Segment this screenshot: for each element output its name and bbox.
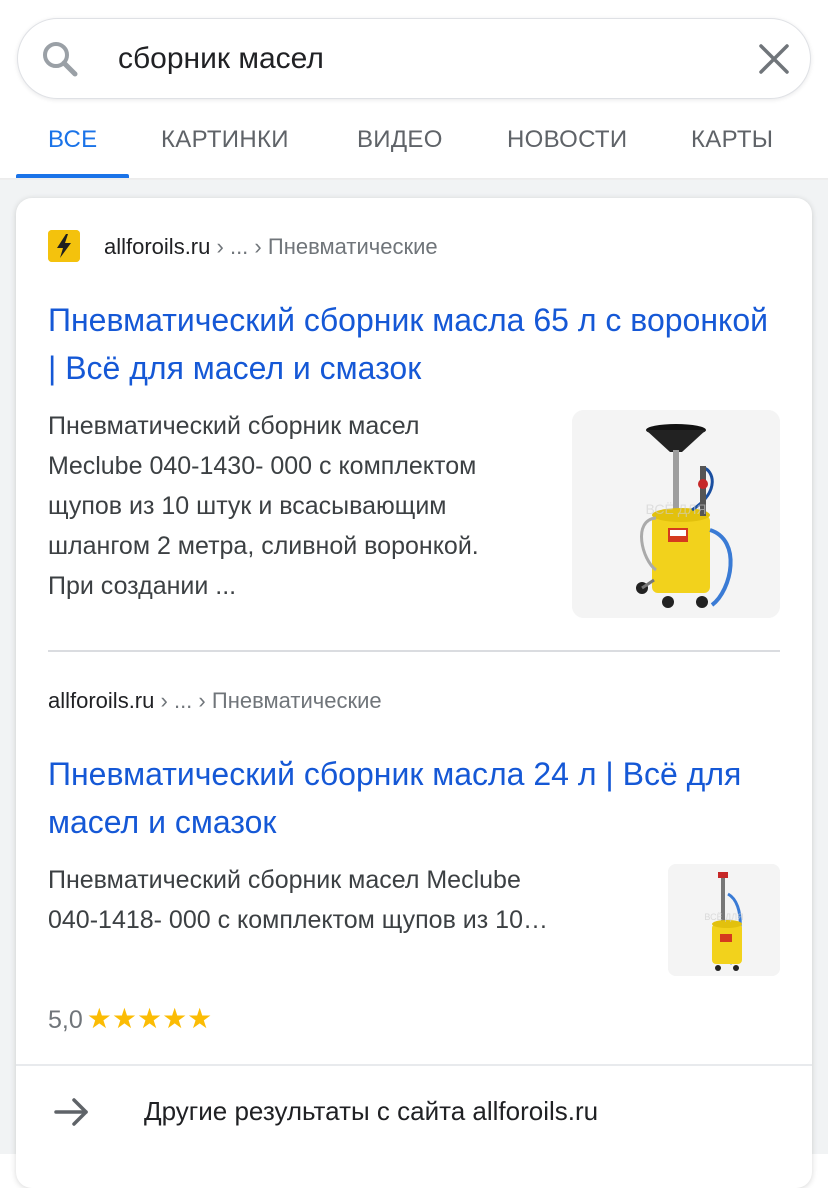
svg-text:ВСЁ ДЛЯ: ВСЁ ДЛЯ bbox=[646, 501, 707, 517]
lightning-favicon-icon bbox=[48, 230, 80, 262]
result-divider bbox=[48, 650, 780, 652]
breadcrumb-site: allforoils.ru bbox=[104, 234, 211, 259]
result-thumbnail[interactable]: ВСЁ ДЛЯ bbox=[668, 864, 780, 976]
rating: 5,0 ★★★★★ bbox=[48, 1002, 212, 1035]
result-thumbnail[interactable]: ВСЁ ДЛЯ bbox=[572, 410, 780, 618]
breadcrumb-site: allforoils.ru bbox=[48, 688, 155, 713]
result-snippet: Пневматический сборник масел Meclube 040… bbox=[48, 860, 548, 940]
breadcrumb-path: Пневматические bbox=[267, 234, 438, 259]
breadcrumb-path: Пневматические bbox=[211, 688, 382, 713]
search-input[interactable] bbox=[118, 37, 718, 81]
tab-video[interactable]: ВИДЕО bbox=[357, 126, 443, 154]
search-tabs: ВСЕ КАРТИНКИ ВИДЕО НОВОСТИ КАРТЫ bbox=[0, 112, 828, 178]
more-results-link[interactable]: Другие результаты с сайта allforoils.ru bbox=[16, 1066, 812, 1162]
rating-value: 5,0 bbox=[48, 1006, 83, 1034]
search-box[interactable] bbox=[17, 18, 811, 99]
breadcrumb[interactable]: allforoils.ru › ... › Пневматические bbox=[48, 688, 382, 714]
oil-collector-image: ВСЁ ДЛЯ bbox=[668, 864, 780, 976]
tab-news[interactable]: НОВОСТИ bbox=[507, 126, 627, 154]
breadcrumb-separator: › bbox=[198, 688, 206, 713]
close-icon[interactable] bbox=[756, 41, 792, 77]
snippet-line: щупов из 10 штук и всасывающим bbox=[48, 492, 447, 520]
snippet-line: Пневматический сборник масел bbox=[48, 412, 420, 440]
breadcrumb-ellipsis: ... bbox=[173, 688, 193, 713]
snippet-line: При создании ... bbox=[48, 572, 237, 600]
snippet-line: шлангом 2 метра, сливной воронкой. bbox=[48, 532, 479, 560]
breadcrumb-separator: › bbox=[160, 688, 168, 713]
result-title-link[interactable]: Пневматический сборник масла 24 л | Всё … bbox=[48, 750, 778, 846]
breadcrumb-separator: › bbox=[254, 234, 262, 259]
svg-text:ВСЁ ДЛЯ: ВСЁ ДЛЯ bbox=[704, 912, 743, 922]
results-area: allforoils.ru › ... › Пневматические Пне… bbox=[0, 180, 828, 1188]
tab-all[interactable]: ВСЕ bbox=[48, 126, 97, 154]
result-snippet: Пневматический сборник масел Meclube 040… bbox=[48, 406, 479, 606]
oil-collector-image: ВСЁ ДЛЯ bbox=[572, 410, 780, 618]
search-icon[interactable] bbox=[40, 39, 80, 79]
breadcrumb[interactable]: allforoils.ru › ... › Пневматические bbox=[104, 234, 438, 260]
arrow-right-icon bbox=[54, 1098, 88, 1126]
snippet-line: 040-1418- 000 с комплектом щупов из 10… bbox=[48, 906, 548, 934]
tab-images[interactable]: КАРТИНКИ bbox=[161, 126, 289, 154]
rating-stars: ★★★★★ bbox=[86, 1003, 213, 1034]
result-title-link[interactable]: Пневматический сборник масла 65 л с воро… bbox=[48, 296, 778, 392]
snippet-line: Meclube 040-1430- 000 с комплектом bbox=[48, 452, 477, 480]
snippet-line: Пневматический сборник масел Meclube bbox=[48, 866, 521, 894]
breadcrumb-ellipsis: ... bbox=[229, 234, 249, 259]
tab-maps[interactable]: КАРТЫ bbox=[691, 126, 773, 154]
breadcrumb-separator: › bbox=[216, 234, 224, 259]
more-results-label: Другие результаты с сайта allforoils.ru bbox=[144, 1096, 599, 1126]
header: ВСЕ КАРТИНКИ ВИДЕО НОВОСТИ КАРТЫ bbox=[0, 0, 828, 180]
result-card: allforoils.ru › ... › Пневматические Пне… bbox=[16, 198, 812, 1188]
